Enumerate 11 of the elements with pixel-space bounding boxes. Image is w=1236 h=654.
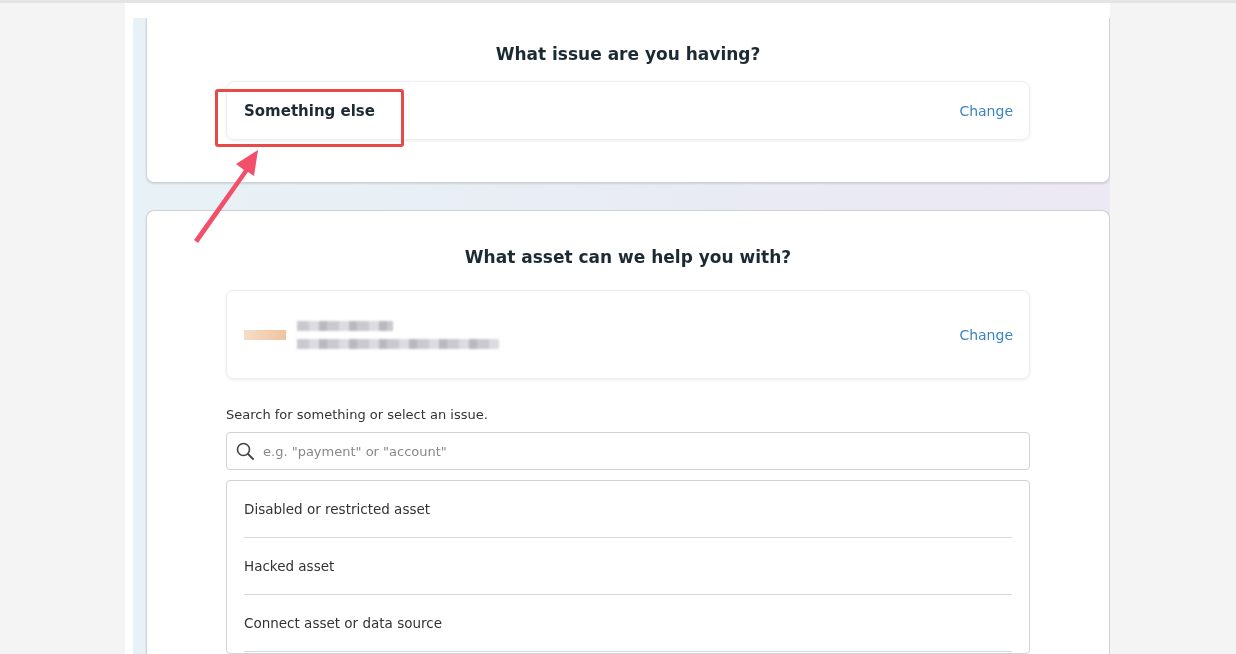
issue-option[interactable]: Hacked asset	[244, 538, 1012, 595]
change-link[interactable]: Change	[959, 102, 1013, 119]
search-label: Search for something or select an issue.	[226, 407, 489, 422]
section-heading: What issue are you having?	[495, 44, 761, 64]
asset-thumbnail	[244, 329, 286, 340]
issue-option[interactable]: Disabled or restricted asset	[244, 481, 1012, 538]
selected-issue: Something else	[244, 101, 375, 120]
change-link[interactable]: Change	[959, 326, 1013, 343]
section-heading: What asset can we help you with?	[464, 247, 792, 267]
issue-option[interactable]: Connect asset or data source	[244, 595, 1012, 652]
search-field[interactable]: e.g. "payment" or "account"	[226, 432, 1030, 470]
